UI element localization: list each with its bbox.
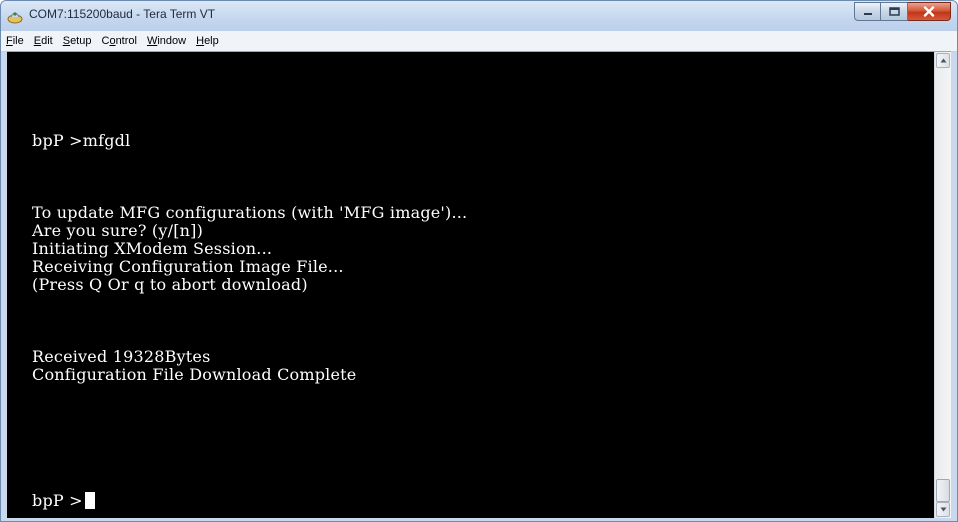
terminal-line: Received 19328Bytes [32,347,211,366]
menu-accesskey: W [146,35,158,47]
tera-term-window: COM7:115200baud - Tera Term VT File Edit… [0,0,958,522]
menu-label-post: indow [157,35,187,47]
maximize-icon [888,7,900,16]
menu-control[interactable]: Control [96,35,141,47]
menu-setup[interactable]: Setup [58,35,97,47]
menu-accesskey: H [196,35,205,47]
menu-label-post: ile [12,35,24,47]
menu-accesskey: E [33,35,42,47]
terminal-prompt-line: bpP > [32,492,95,510]
terminal-prompt: bpP > [32,491,83,510]
menu-file[interactable]: File [1,35,29,47]
menu-bar: File Edit Setup Control Window Help [1,31,957,52]
terminal-line: Receiving Configuration Image File... [32,257,344,276]
terminal-frame: bpP >mfgdl To update MFG configurations … [7,51,951,518]
minimize-icon [863,12,872,15]
terminal-line: (Press Q Or q to abort download) [32,275,308,294]
terminal-line: Are you sure? (y/[n]) [32,221,204,240]
menu-help[interactable]: Help [191,35,224,47]
terminal-line: Initiating XModem Session... [32,239,273,258]
menu-edit[interactable]: Edit [29,35,58,47]
close-button[interactable] [908,2,951,21]
terminal-line: Configuration File Download Complete [32,365,357,384]
scroll-up-arrow-icon [940,58,946,63]
menu-label-post: dit [41,35,53,47]
menu-accesskey: F [6,35,13,47]
minimize-button[interactable] [854,2,881,21]
text-cursor [84,492,95,509]
tera-term-app-icon[interactable] [7,8,23,24]
terminal-line: bpP >mfgdl [32,131,131,150]
scroll-up-button[interactable] [936,53,950,68]
menu-label-post: etup [70,35,92,47]
close-icon [923,6,935,17]
scrollbar-thumb[interactable] [936,479,950,502]
menu-accesskey: S [62,35,71,47]
menu-label-post: elp [204,35,219,47]
menu-window[interactable]: Window [142,35,191,47]
maximize-button[interactable] [881,2,908,21]
scroll-down-button[interactable] [936,502,950,517]
terminal-screen[interactable]: bpP >mfgdl To update MFG configurations … [7,52,934,518]
title-bar[interactable]: COM7:115200baud - Tera Term VT [1,1,957,31]
vertical-scrollbar[interactable] [934,52,951,518]
terminal-line: To update MFG configurations (with 'MFG … [32,203,468,222]
window-title: COM7:115200baud - Tera Term VT [29,7,216,21]
window-controls [854,2,951,22]
menu-label-post: ntrol [115,35,137,47]
scroll-down-arrow-icon [940,507,946,512]
